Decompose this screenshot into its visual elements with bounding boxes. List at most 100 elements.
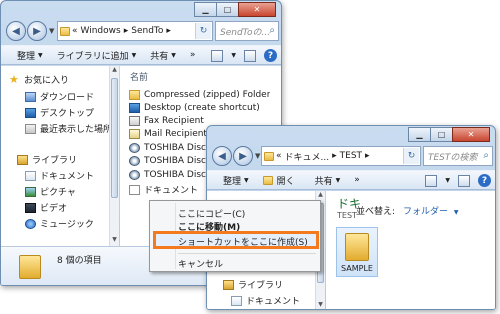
- minimize-button[interactable]: ▁: [408, 127, 431, 142]
- disc-icon: [129, 170, 140, 180]
- videos-icon: [25, 202, 36, 213]
- breadcrumb-separator-icon: ▸: [166, 26, 171, 36]
- downloads-icon: [25, 91, 36, 102]
- preview-pane-icon[interactable]: [244, 49, 256, 62]
- breadcrumb-windows[interactable]: Windows: [81, 26, 121, 36]
- minimize-button[interactable]: ▁: [194, 2, 217, 17]
- nav-documents[interactable]: ドキュメント: [231, 294, 300, 307]
- address-bar[interactable]: « Windows ▸ SendTo ▸ ↻: [57, 21, 213, 41]
- search-box[interactable]: TESTの検索 ⌕: [423, 146, 493, 166]
- file-label: Mail Recipient: [144, 129, 207, 139]
- list-item[interactable]: Mail Recipient: [129, 129, 207, 139]
- nav-videos[interactable]: ビデオ: [25, 201, 67, 214]
- scroll-thumb[interactable]: [111, 78, 118, 198]
- nav-label: ライブラリ: [32, 156, 78, 166]
- folder-icon: [60, 26, 70, 36]
- dropdown-arrow-icon[interactable]: ▼: [231, 52, 236, 59]
- list-item[interactable]: ドキュメント: [129, 183, 198, 196]
- navigation-scrollbar[interactable]: ▲ ▼: [109, 66, 119, 246]
- help-icon[interactable]: ?: [264, 49, 277, 62]
- scroll-down-icon[interactable]: ▼: [110, 236, 119, 246]
- list-item[interactable]: Desktop (create shortcut): [129, 103, 260, 113]
- star-icon: ★: [9, 72, 19, 86]
- nav-documents[interactable]: ドキュメント: [25, 169, 94, 182]
- menu-item-create-shortcut[interactable]: ショートカットをここに作成(S): [178, 235, 308, 248]
- nav-recent-places[interactable]: 最近表示した場所: [25, 122, 112, 135]
- scroll-down-icon[interactable]: ▼: [316, 301, 325, 309]
- refresh-icon[interactable]: ↻: [195, 23, 211, 39]
- nav-favorites[interactable]: ★ お気に入り: [9, 72, 69, 87]
- recent-places-icon: [25, 123, 36, 134]
- forward-arrow-icon[interactable]: ▶: [233, 146, 253, 166]
- refresh-icon[interactable]: ↻: [403, 148, 419, 164]
- preview-pane-icon[interactable]: [458, 174, 470, 187]
- help-icon[interactable]: ?: [478, 174, 491, 187]
- maximize-button[interactable]: □: [216, 2, 239, 17]
- list-item[interactable]: TOSHIBA Disc Cre: [129, 170, 212, 180]
- nav-desktop[interactable]: デスクトップ: [25, 106, 94, 119]
- open-folder-icon: [262, 175, 273, 185]
- search-icon[interactable]: ⌕: [269, 25, 275, 36]
- list-item[interactable]: TOSHIBA Disc Cre: [129, 143, 212, 153]
- navigation-buttons: ◀ ▶ ▼: [6, 18, 54, 44]
- maximize-button[interactable]: □: [430, 127, 453, 142]
- file-label: Compressed (zipped) Folder: [144, 90, 271, 100]
- dropdown-arrow-icon[interactable]: ▼: [445, 177, 450, 184]
- column-header-name[interactable]: 名前: [130, 70, 148, 83]
- nav-label: デスクトップ: [40, 109, 95, 119]
- nav-libraries[interactable]: ライブラリ: [17, 153, 77, 166]
- dropdown-arrow-icon: ▼: [131, 51, 137, 59]
- address-bar[interactable]: « ドキュメ... ▸ TEST ▸ ↻: [261, 146, 421, 166]
- view-options-icon[interactable]: [211, 49, 224, 62]
- recent-pages-dropdown-icon[interactable]: ▼: [49, 27, 54, 35]
- organize-button[interactable]: 整理 ▼: [223, 174, 249, 187]
- list-item[interactable]: Compressed (zipped) Folder: [129, 90, 270, 100]
- window-controls: ▁ □ ✕: [194, 2, 276, 17]
- open-label: 開く: [276, 176, 295, 187]
- view-controls: ▼ ?: [425, 174, 491, 187]
- search-box[interactable]: SendToの... ⌕: [215, 21, 279, 41]
- nav-pictures[interactable]: ピクチャ: [25, 185, 76, 198]
- folder-tile-sample[interactable]: SAMPLE: [336, 227, 378, 277]
- close-button[interactable]: ✕: [238, 2, 276, 17]
- arrange-by-value: フォルダー: [403, 207, 449, 217]
- open-button[interactable]: 開く: [262, 174, 295, 187]
- folder-icon: [345, 233, 369, 261]
- nav-label: ミュージック: [40, 220, 94, 230]
- share-button[interactable]: 共有 ▼: [315, 174, 341, 187]
- recent-pages-dropdown-icon[interactable]: ▼: [255, 152, 260, 160]
- forward-arrow-icon[interactable]: ▶: [27, 21, 47, 41]
- search-placeholder: SendToの...: [220, 27, 271, 38]
- menu-item-copy-here[interactable]: ここにコピー(C): [178, 207, 245, 220]
- window-controls: ▁ □ ✕: [408, 127, 490, 142]
- search-icon[interactable]: ⌕: [483, 150, 489, 161]
- back-arrow-icon[interactable]: ◀: [212, 146, 232, 166]
- breadcrumb-documents[interactable]: ドキュメ...: [285, 150, 330, 163]
- breadcrumb-sendto[interactable]: SendTo: [131, 26, 163, 36]
- nav-downloads[interactable]: ダウンロード: [25, 90, 94, 103]
- list-item[interactable]: TOSHIBA Disc Cre: [129, 156, 212, 166]
- file-label: TOSHIBA Disc Cre: [144, 143, 212, 153]
- arrange-by-dropdown[interactable]: フォルダー ▼: [403, 204, 459, 217]
- organize-button[interactable]: 整理 ▼: [17, 49, 43, 62]
- item-count: 8 個の項目: [57, 256, 102, 266]
- pictures-icon: [25, 186, 36, 197]
- list-item[interactable]: Fax Recipient: [129, 116, 204, 126]
- more-commands-button[interactable]: »: [354, 175, 360, 185]
- share-button[interactable]: 共有 ▼: [150, 49, 176, 62]
- nav-label: 最近表示した場所: [40, 125, 113, 135]
- library-icon: [17, 154, 28, 165]
- nav-libraries[interactable]: ライブラリ: [223, 278, 283, 291]
- more-commands-button[interactable]: »: [190, 50, 196, 60]
- back-arrow-icon[interactable]: ◀: [6, 21, 26, 41]
- nav-label: ドキュメント: [40, 172, 95, 182]
- menu-item-cancel[interactable]: キャンセル: [178, 257, 223, 270]
- close-button[interactable]: ✕: [452, 127, 490, 142]
- nav-label: ビデオ: [40, 204, 68, 214]
- nav-music[interactable]: ミュージック: [25, 217, 94, 230]
- scroll-up-icon[interactable]: ▲: [110, 66, 119, 76]
- include-in-library-button[interactable]: ライブラリに追加 ▼: [57, 49, 137, 62]
- breadcrumb-test[interactable]: TEST: [340, 151, 362, 161]
- command-bar: 整理 ▼ ライブラリに追加 ▼ 共有 ▼ » ▼ ?: [1, 45, 281, 65]
- view-options-icon[interactable]: [425, 174, 438, 187]
